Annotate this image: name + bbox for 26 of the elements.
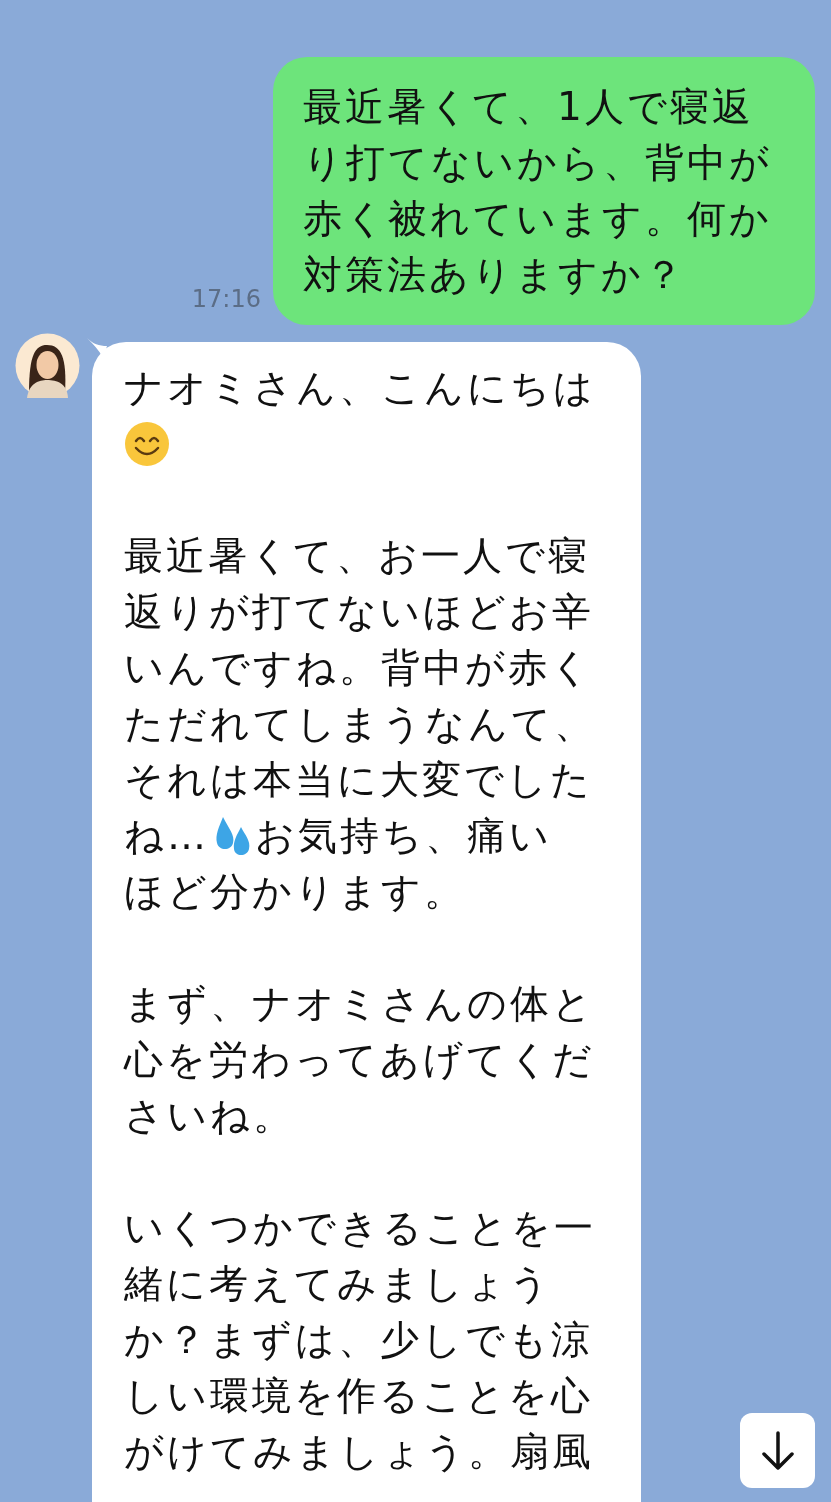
message-text: 心を労わってあげてくだ <box>124 1036 595 1084</box>
message-text: ナオミさん、こんにちは <box>124 364 596 412</box>
message-text: まず、ナオミさんの体と <box>124 980 595 1028</box>
message-text: 最近暑くて、1人で寝返 <box>303 83 754 131</box>
message-text: それは本当に大変でした <box>124 756 593 804</box>
message-text: か？まずは、少しでも涼 <box>124 1316 593 1364</box>
message-text: 最近暑くて、お一人で寝 <box>124 532 590 580</box>
message-text: 返りが打てないほどお辛 <box>124 588 594 636</box>
message-text: 緒に考えてみましょう <box>124 1260 552 1308</box>
scroll-down-button[interactable] <box>740 1413 815 1488</box>
message-text: 対策法ありますか？ <box>303 251 686 299</box>
message-text: さいね。 <box>124 1092 295 1140</box>
message-text: り打てないから、背中が <box>303 139 772 187</box>
message-time: 17:16 <box>191 284 261 315</box>
message-text: いんですね。背中が赤く <box>124 644 593 692</box>
message-text: 赤く被れています。何か <box>303 195 772 243</box>
smiling-face-icon <box>124 421 170 467</box>
arrow-down-icon <box>759 1430 796 1471</box>
message-text: がけてみましょう。扇風 <box>124 1428 594 1476</box>
message-text: お気持ち、痛い <box>255 812 552 860</box>
message-text: しい環境を作ることを心 <box>124 1372 593 1420</box>
message-text: ほど分かります。 <box>124 868 466 916</box>
message-text: ね… <box>124 812 209 860</box>
avatar <box>15 333 80 398</box>
message-text: いくつかできることを一 <box>124 1204 596 1252</box>
message-text: ただれてしまうなんて、 <box>124 700 596 748</box>
